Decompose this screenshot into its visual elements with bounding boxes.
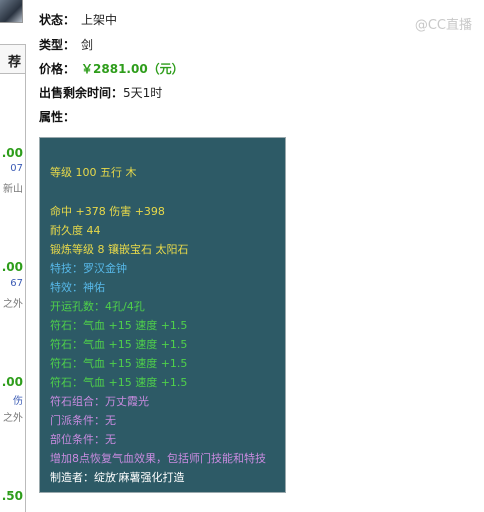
price-label: 价格： xyxy=(39,62,76,76)
item-slot-req-line: 部位条件：无 xyxy=(50,433,116,446)
attributes-label: 属性： xyxy=(39,110,76,124)
item-rune-line: 符石：气血 +15 速度 +1.5 xyxy=(50,319,188,332)
price-value: ￥2881.00（元） xyxy=(81,62,184,76)
attributes-row: 属性： xyxy=(39,108,75,125)
price-row: 价格： ￥2881.00（元） xyxy=(39,60,184,77)
type-value: 剑 xyxy=(81,38,94,52)
remaining-time-value: 5天1时 xyxy=(123,86,163,100)
item-skill-line: 特技：罗汉金钟 xyxy=(50,262,127,275)
remaining-time-label: 出售剩余时间： xyxy=(39,86,124,100)
status-row: 状态： 上架中 xyxy=(39,11,117,28)
remaining-time-row: 出售剩余时间：5天1时 xyxy=(39,84,162,101)
item-stat-line: 命中 +378 伤害 +398 xyxy=(50,205,165,218)
sidebar-price[interactable]: .00 xyxy=(2,375,23,389)
item-attributes-panel: 等级 100 五行 木 命中 +378 伤害 +398 耐久度 44 锻炼等级 … xyxy=(39,137,286,493)
sidebar-price[interactable]: .50 xyxy=(2,489,23,503)
item-rune-line: 符石：气血 +15 速度 +1.5 xyxy=(50,338,188,351)
sidebar: 荐 .00 07 新山 .00 67 之外 .00 伤 之外 .50 xyxy=(0,0,26,512)
item-durability-line: 耐久度 44 xyxy=(50,224,101,237)
type-label: 类型： xyxy=(39,38,76,52)
sidebar-price[interactable]: .00 xyxy=(2,146,23,160)
item-forge-line: 锻炼等级 8 镶嵌宝石 太阳石 xyxy=(50,243,189,256)
sidebar-header: 荐 xyxy=(0,44,26,74)
watermark: @CC直播 xyxy=(414,18,472,33)
item-thumbnail[interactable] xyxy=(0,0,23,23)
item-slot-line: 开运孔数：4孔/4孔 xyxy=(50,300,145,313)
type-row: 类型： 剑 xyxy=(39,36,93,53)
status-label: 状态： xyxy=(39,13,76,27)
item-rune-combo-line: 符石组合：万丈霞光 xyxy=(50,395,149,408)
sidebar-snippet: 之外 xyxy=(3,413,23,424)
item-bonus-line: 增加8点恢复气血效果，包括师门技能和特技 xyxy=(50,452,266,465)
item-effect-line: 特效：神佑 xyxy=(50,281,105,294)
sidebar-price[interactable]: .00 xyxy=(2,260,23,274)
sidebar-snippet[interactable]: 伤 xyxy=(13,392,23,407)
item-rune-line: 符石：气血 +15 速度 +1.5 xyxy=(50,376,188,389)
sidebar-snippet[interactable]: 07 xyxy=(10,163,23,174)
item-maker-line: 制造者：绽放′麻薯强化打造 xyxy=(50,471,185,484)
sidebar-snippet[interactable]: 67 xyxy=(10,278,23,289)
item-school-req-line: 门派条件：无 xyxy=(50,414,116,427)
item-rune-line: 符石：气血 +15 速度 +1.5 xyxy=(50,357,188,370)
item-level-line: 等级 100 五行 木 xyxy=(50,166,137,179)
status-value: 上架中 xyxy=(81,13,118,27)
sidebar-snippet: 新山 xyxy=(3,184,23,195)
sidebar-header-label: 荐 xyxy=(7,55,21,70)
sidebar-divider xyxy=(25,72,26,512)
sidebar-snippet: 之外 xyxy=(3,299,23,310)
